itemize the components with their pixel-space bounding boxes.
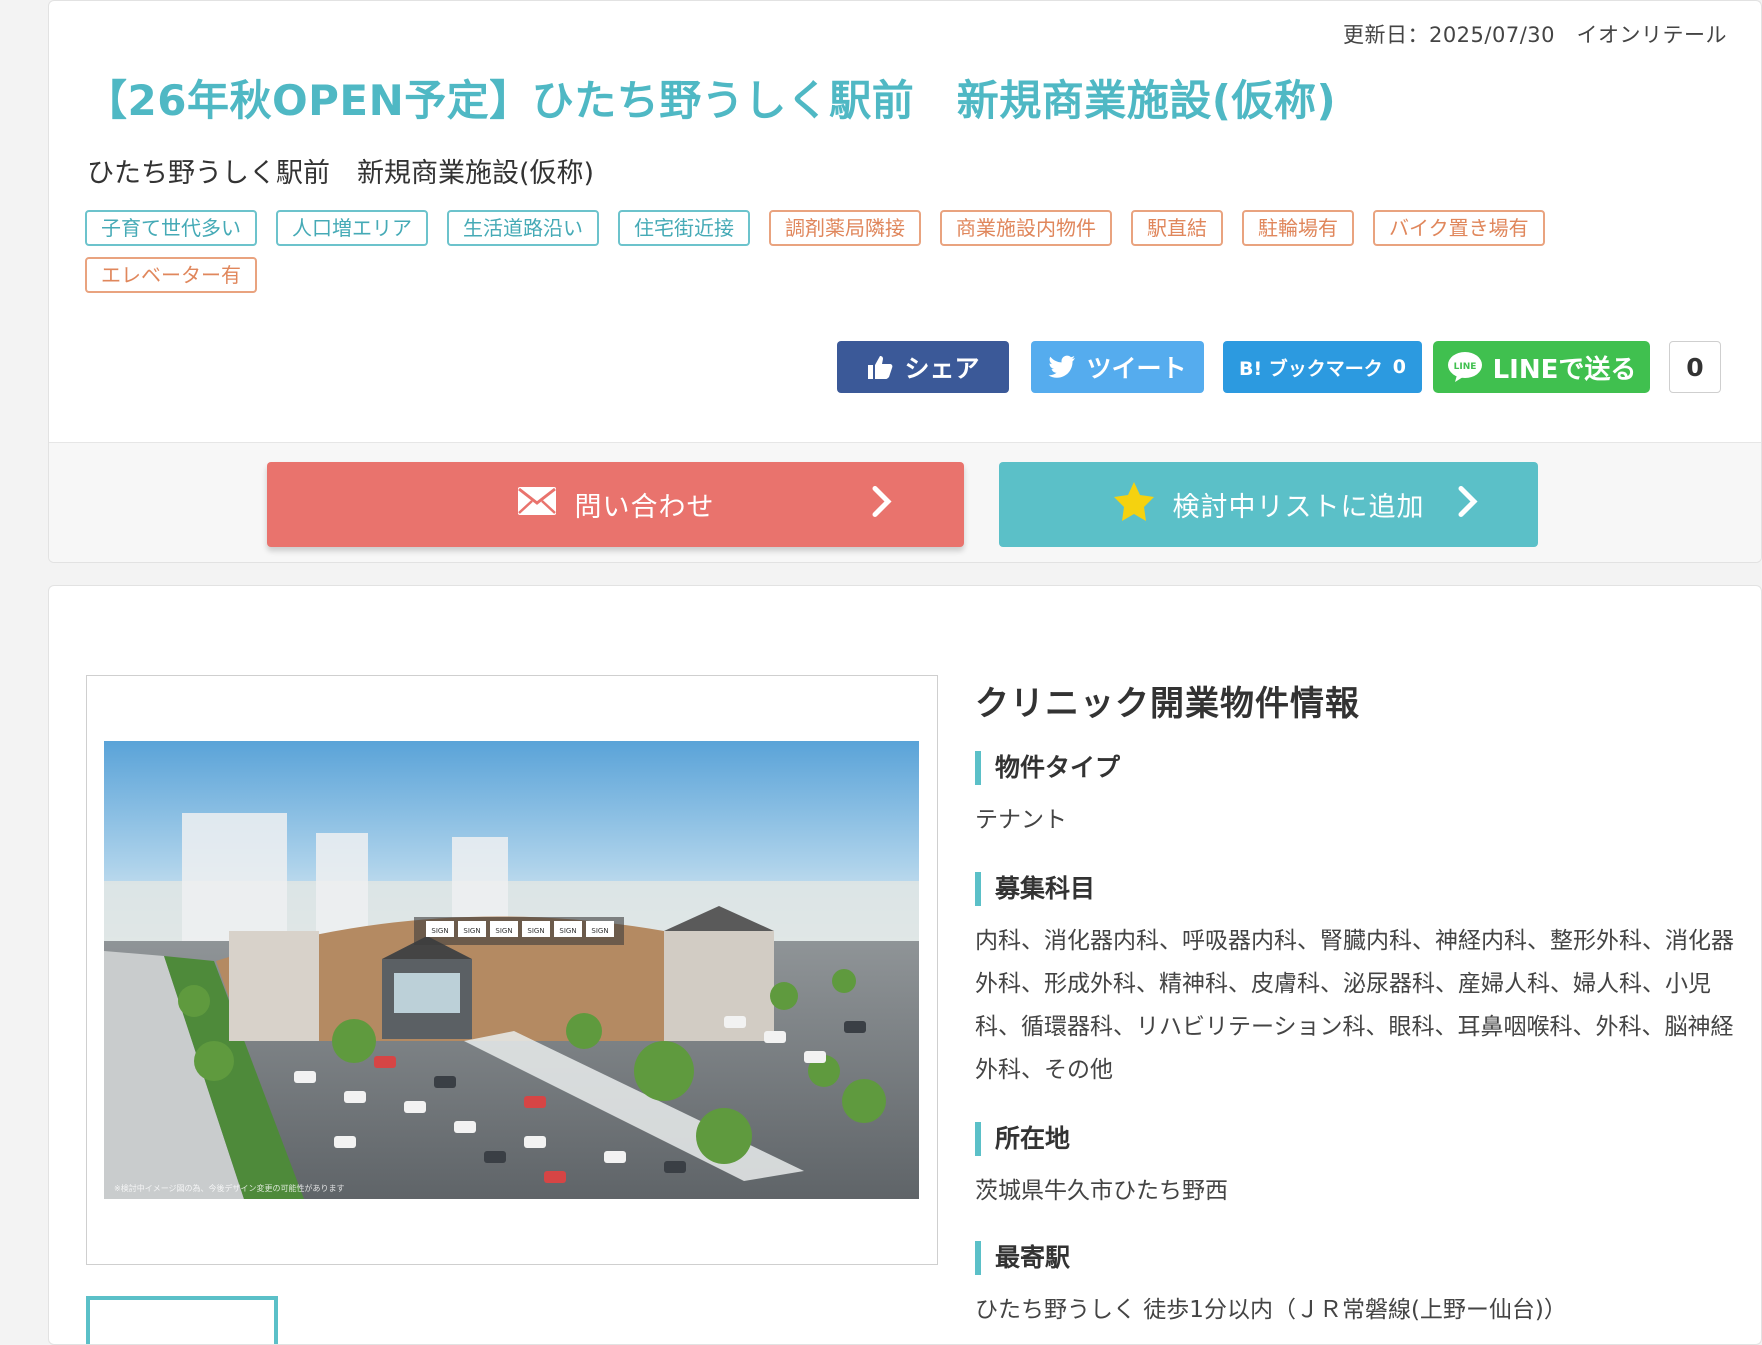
property-rendering-image[interactable]: SIGN SIGN SIGN SIGN SIGN SIGN ※検討中イメージ図の… bbox=[104, 741, 919, 1199]
sign-text: SIGN bbox=[591, 927, 608, 935]
page-title: 【26年秋OPEN予定】ひたち野うしく駅前 新規商業施設(仮称) bbox=[85, 76, 1337, 125]
line-icon-text: LINE bbox=[1453, 362, 1476, 372]
tag: 駅直結 bbox=[1131, 210, 1223, 246]
updated-date: 更新日：2025/07/30 イオンリテール bbox=[1342, 23, 1727, 47]
hatena-bookmark-button[interactable]: B! ブックマーク 0 bbox=[1223, 341, 1422, 393]
image-caption: ※検討中イメージ図の為、今後デザイン変更の可能性があります bbox=[114, 1183, 345, 1193]
tag: 人口増エリア bbox=[276, 210, 428, 246]
section-heading-departments: 募集科目 bbox=[975, 872, 1735, 906]
property-image-frame: SIGN SIGN SIGN SIGN SIGN SIGN ※検討中イメージ図の… bbox=[86, 675, 938, 1265]
hatena-bookmark-label: B! ブックマーク bbox=[1239, 357, 1383, 380]
tag: 駐輪場有 bbox=[1242, 210, 1354, 246]
thumbs-up-icon bbox=[866, 354, 894, 380]
clinic-info-heading: クリニック開業物件情報 bbox=[975, 684, 1360, 724]
tag: エレベーター有 bbox=[85, 257, 257, 293]
share-label: シェア bbox=[904, 354, 980, 383]
contact-button[interactable]: 問い合わせ bbox=[267, 462, 964, 547]
nearest-station-value: ひたち野うしく 徒歩1分以内（ＪＲ常磐線(上野ー仙台)） bbox=[975, 1297, 1567, 1323]
envelope-icon bbox=[517, 486, 557, 523]
property-header-card: 更新日：2025/07/30 イオンリテール 【26年秋OPEN予定】ひたち野う… bbox=[48, 0, 1762, 563]
section-heading-property-type: 物件タイプ bbox=[975, 751, 1735, 785]
clinic-info: クリニック開業物件情報 物件タイプ テナント 募集科目 内科、消化器内科、呼吸器… bbox=[975, 676, 1735, 1344]
star-icon bbox=[1113, 481, 1155, 528]
action-bar: 問い合わせ 検討中リストに追加 bbox=[49, 442, 1761, 562]
departments-value: 内科、消化器内科、呼吸器内科、腎臓内科、神経内科、整形外科、消化器外科、形成外科… bbox=[975, 928, 1734, 1083]
tweet-label: ツイート bbox=[1086, 354, 1187, 383]
line-share-count: 0 bbox=[1669, 341, 1721, 393]
location-value: 茨城県牛久市ひたち野西 bbox=[975, 1178, 1228, 1204]
sign-text: SIGN bbox=[495, 927, 512, 935]
add-to-list-label: 検討中リストに追加 bbox=[1172, 492, 1425, 523]
property-type-value: テナント bbox=[975, 807, 1067, 833]
chevron-right-icon bbox=[872, 485, 892, 524]
sign-text: SIGN bbox=[527, 927, 544, 935]
chevron-right-icon bbox=[1458, 485, 1478, 524]
tag: 住宅街近接 bbox=[618, 210, 750, 246]
add-to-list-button[interactable]: 検討中リストに追加 bbox=[999, 462, 1538, 547]
sign-text: SIGN bbox=[431, 927, 448, 935]
hatena-bookmark-count: 0 bbox=[1392, 356, 1406, 378]
twitter-bird-icon bbox=[1048, 355, 1076, 379]
tag: バイク置き場有 bbox=[1373, 210, 1545, 246]
property-detail-card: SIGN SIGN SIGN SIGN SIGN SIGN ※検討中イメージ図の… bbox=[48, 585, 1762, 1345]
sign-text: SIGN bbox=[463, 927, 480, 935]
property-subtitle: ひたち野うしく駅前 新規商業施設(仮称) bbox=[87, 158, 595, 189]
line-send-button[interactable]: LINE LINEで送る bbox=[1433, 341, 1650, 393]
tweet-button[interactable]: ツイート bbox=[1031, 341, 1204, 393]
tag: 調剤薬局隣接 bbox=[769, 210, 921, 246]
facebook-share-button[interactable]: シェア bbox=[837, 341, 1009, 393]
sign-text: SIGN bbox=[559, 927, 576, 935]
feature-tags: 子育て世代多い 人口増エリア 生活道路沿い 住宅街近接 調剤薬局隣接 商業施設内… bbox=[85, 210, 1565, 293]
tag: 子育て世代多い bbox=[85, 210, 257, 246]
line-icon: LINE bbox=[1447, 351, 1483, 383]
tag: 生活道路沿い bbox=[447, 210, 599, 246]
contact-label: 問い合わせ bbox=[574, 492, 715, 523]
tag: 商業施設内物件 bbox=[940, 210, 1112, 246]
line-label: LINEで送る bbox=[1492, 354, 1637, 385]
section-heading-location: 所在地 bbox=[975, 1122, 1735, 1156]
section-heading-nearest-station: 最寄駅 bbox=[975, 1241, 1735, 1275]
